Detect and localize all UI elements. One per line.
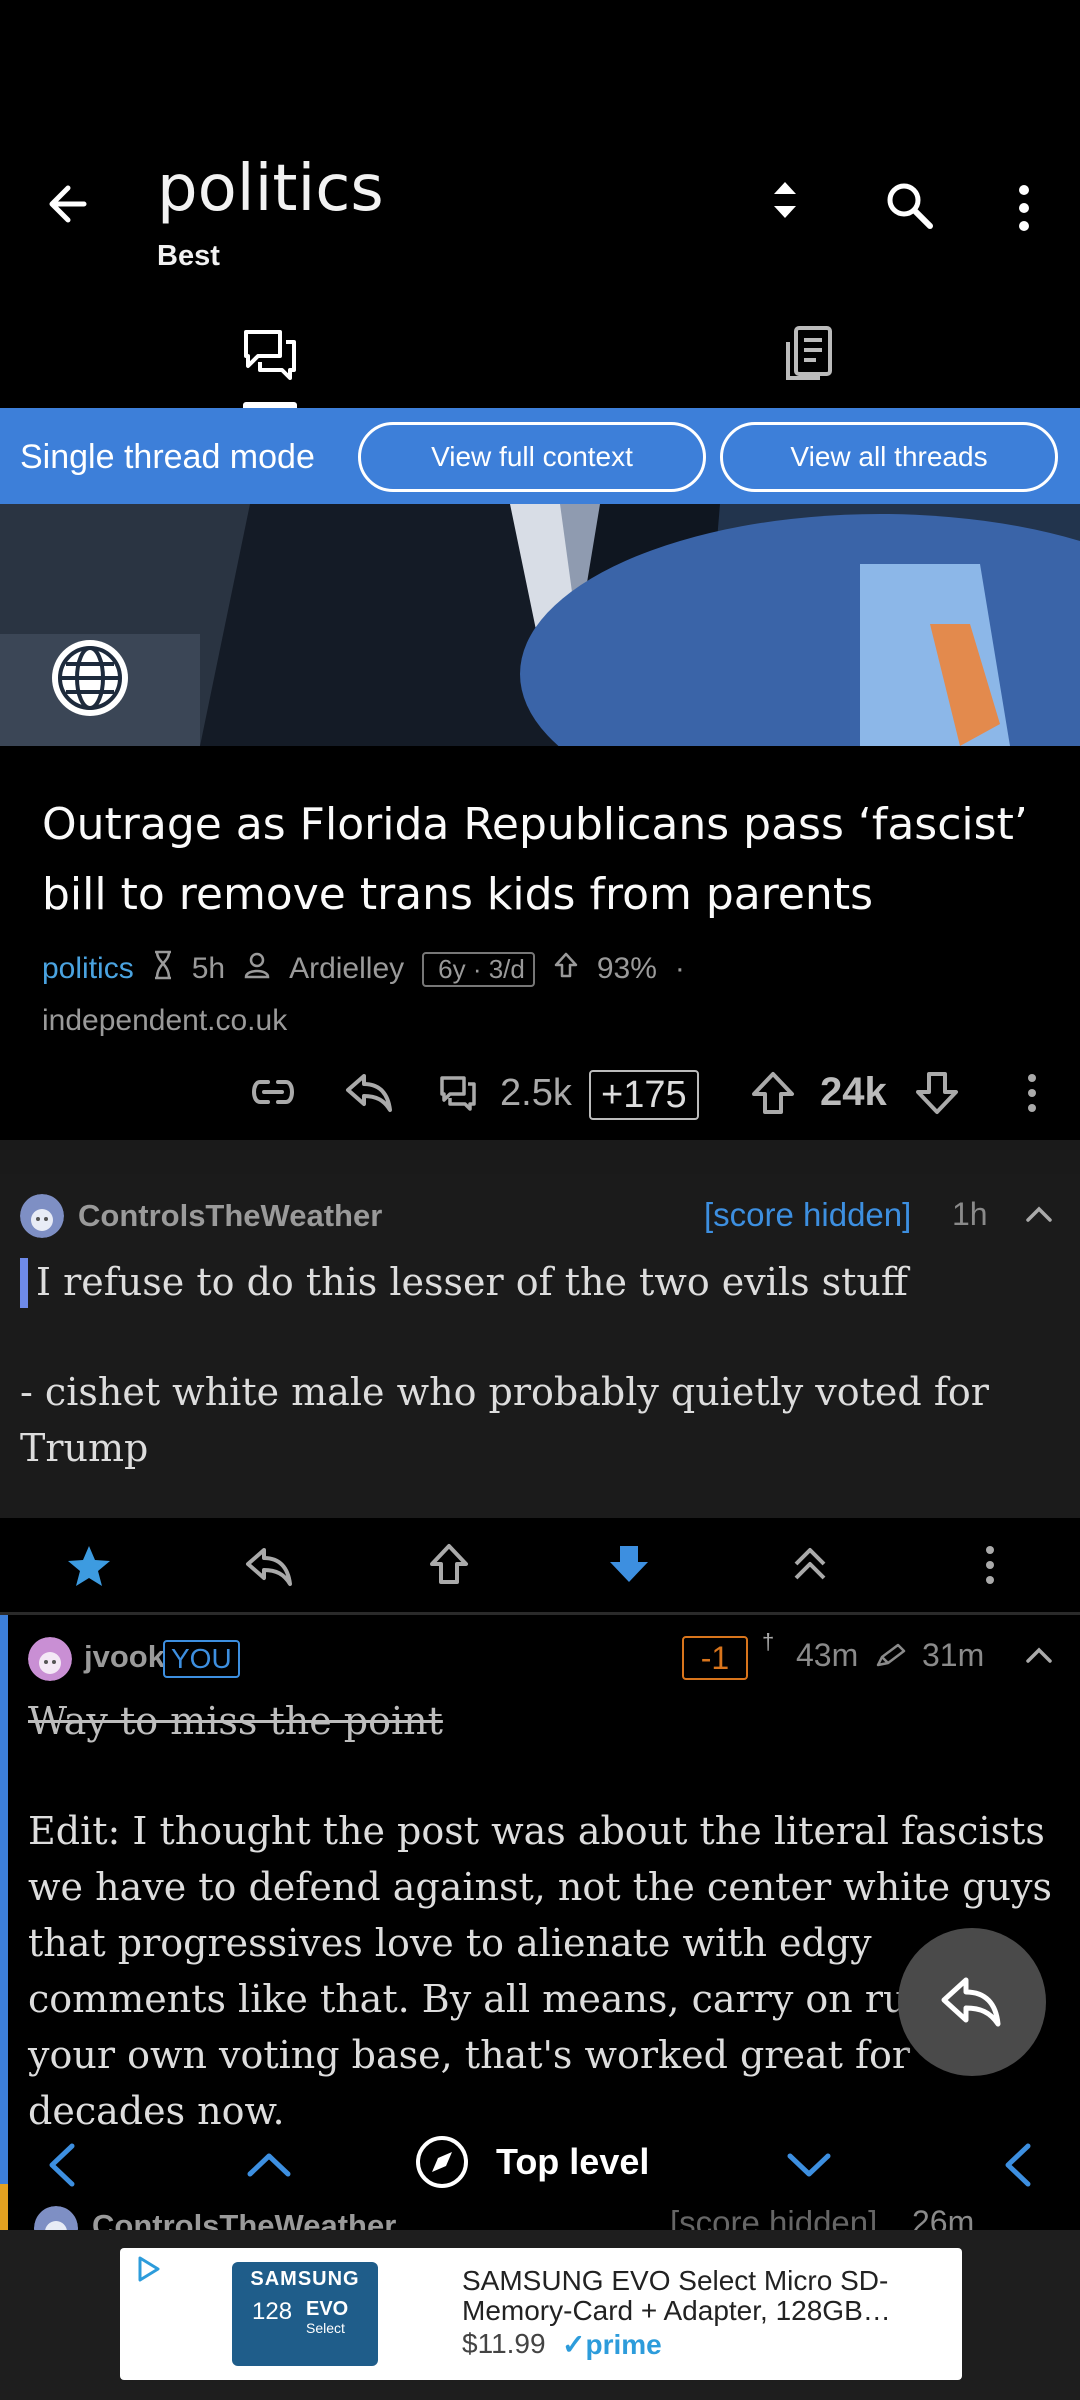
view-full-context-button[interactable]: View full context <box>358 422 706 492</box>
user-icon <box>243 951 271 987</box>
chevron-left-icon[interactable] <box>44 2140 80 2190</box>
quote-bar <box>20 1258 28 1308</box>
comment-author[interactable]: ControlsTheWeather <box>78 1198 382 1234</box>
single-thread-label: Single thread mode <box>20 438 315 476</box>
thread-depth-bar <box>0 2184 8 2230</box>
thread-depth-bar <box>0 1615 8 2185</box>
comment-reply[interactable]: jvook † 43m 31m Way to miss the point Ed… <box>0 1615 1080 2185</box>
comment-score: [score hidden] <box>704 1196 912 1233</box>
edited-pencil-icon <box>876 1643 906 1667</box>
reply-icon[interactable] <box>244 1544 294 1588</box>
overflow-menu-icon[interactable] <box>1004 178 1044 238</box>
upvote-ratio-icon <box>553 951 579 987</box>
avatar[interactable] <box>28 1637 72 1681</box>
hourglass-icon <box>152 950 174 988</box>
edited-dagger: † <box>762 1629 775 1654</box>
avatar[interactable] <box>34 2206 78 2230</box>
upvote-icon[interactable] <box>426 1542 472 1586</box>
app-bar: politics Best <box>0 0 1080 280</box>
sd-select: Select <box>306 2320 345 2336</box>
comment-quote: I refuse to do this lesser of the two ev… <box>36 1260 908 1304</box>
link-icon[interactable] <box>248 1070 298 1114</box>
comment-overflow-icon[interactable] <box>978 1542 1002 1588</box>
post-title[interactable]: Outrage as Florida Republicans pass ‘fas… <box>42 790 1042 930</box>
strikethrough-text: Way to miss the point <box>28 1699 443 1743</box>
star-icon[interactable] <box>66 1544 112 1588</box>
collapse-chevron-icon[interactable] <box>1024 1645 1054 1665</box>
comment-time: 43m <box>796 1637 859 1673</box>
top-level-button[interactable]: Top level <box>496 2141 649 2183</box>
comments-count-icon <box>440 1076 476 1111</box>
sd-brand: SAMSUNG <box>250 2268 360 2290</box>
comment-time: 1h <box>952 1196 988 1232</box>
ad-card[interactable]: SAMSUNG 128 EVO Select SAMSUNG EVO Selec… <box>120 2248 962 2380</box>
post-overflow-icon[interactable] <box>1020 1070 1044 1116</box>
account-age-tag: 6y · 3/d <box>422 951 535 987</box>
single-thread-banner: Single thread mode View full context Vie… <box>0 408 1080 504</box>
comment-author[interactable]: jvook <box>84 1639 165 1675</box>
article-icon <box>786 326 832 380</box>
globe-icon <box>52 640 128 716</box>
sd-capacity: 128 <box>252 2298 293 2325</box>
you-badge: YOU <box>163 1640 240 1678</box>
new-comments-badge: +175 <box>589 1070 699 1120</box>
chevron-left-end-icon[interactable] <box>1000 2140 1036 2190</box>
post-score: 24k <box>820 1070 887 1114</box>
edited-time: 31m <box>922 1637 985 1673</box>
comment-score: [score hidden] <box>670 2204 878 2230</box>
thumbnail-image <box>0 504 1080 746</box>
collapse-chevron-icon[interactable] <box>1024 1204 1054 1224</box>
comment-count: 2.5k <box>500 1072 572 1114</box>
search-icon[interactable] <box>880 176 940 236</box>
meta-separator: · <box>674 952 685 985</box>
post-author[interactable]: Ardielley <box>289 952 404 986</box>
comment-action-row <box>0 1518 1080 1614</box>
reply-fab[interactable] <box>898 1928 1046 2076</box>
post-meta: politics 5h Ardielley 6y · 3/d 93% · <box>42 950 1042 988</box>
back-arrow-icon[interactable] <box>40 172 104 236</box>
section-separator <box>0 1140 1080 1174</box>
subreddit-link[interactable]: politics <box>42 952 134 986</box>
post-domain[interactable]: independent.co.uk <box>42 1004 287 1038</box>
chevron-down-icon[interactable] <box>784 2150 834 2182</box>
comments-icon <box>244 330 296 380</box>
downvote-icon[interactable] <box>912 1070 962 1116</box>
view-all-threads-button[interactable]: View all threads <box>720 422 1058 492</box>
comment-body: - cishet white male who probably quietly… <box>20 1370 989 1470</box>
comment-author[interactable]: ControlsTheWeather <box>92 2208 396 2230</box>
comment-parent[interactable]: ControlsTheWeather [score hidden] 1h I r… <box>0 1174 1080 1518</box>
downvote-active-icon[interactable] <box>606 1542 652 1586</box>
post-age: 5h <box>191 952 226 985</box>
sort-icon[interactable] <box>760 172 810 228</box>
compass-icon[interactable] <box>414 2134 470 2190</box>
sd-evo: EVO <box>306 2298 349 2320</box>
parent-comment-icon[interactable] <box>790 1544 830 1584</box>
reply-icon[interactable] <box>344 1070 394 1114</box>
reply-icon <box>941 1977 1001 2027</box>
avatar[interactable] <box>20 1194 64 1238</box>
chevron-up-icon[interactable] <box>244 2148 294 2180</box>
ad-banner[interactable]: SAMSUNG 128 EVO Select SAMSUNG EVO Selec… <box>0 2230 1080 2400</box>
tab-bar <box>0 300 1080 408</box>
comment-next[interactable]: ControlsTheWeather [score hidden] 26m <box>0 2184 1080 2230</box>
page-title: politics <box>157 152 384 226</box>
ad-choices-icon[interactable] <box>132 2254 162 2284</box>
ad-price: $11.99 <box>462 2328 546 2359</box>
upvote-ratio: 93% <box>596 952 657 985</box>
comment-score: -1 <box>682 1636 748 1680</box>
prime-badge: ✓prime <box>562 2329 662 2360</box>
tab-article[interactable] <box>540 300 1080 408</box>
upvote-icon[interactable] <box>748 1070 798 1116</box>
comment-time: 26m <box>912 2204 975 2230</box>
ad-title: SAMSUNG EVO Select Micro SD-Memory-Card … <box>462 2265 891 2326</box>
post-thumbnail[interactable] <box>0 504 1080 746</box>
sd-card-image: SAMSUNG 128 EVO Select <box>232 2262 378 2366</box>
tab-comments[interactable] <box>0 300 540 408</box>
sort-label: Best <box>157 240 220 272</box>
